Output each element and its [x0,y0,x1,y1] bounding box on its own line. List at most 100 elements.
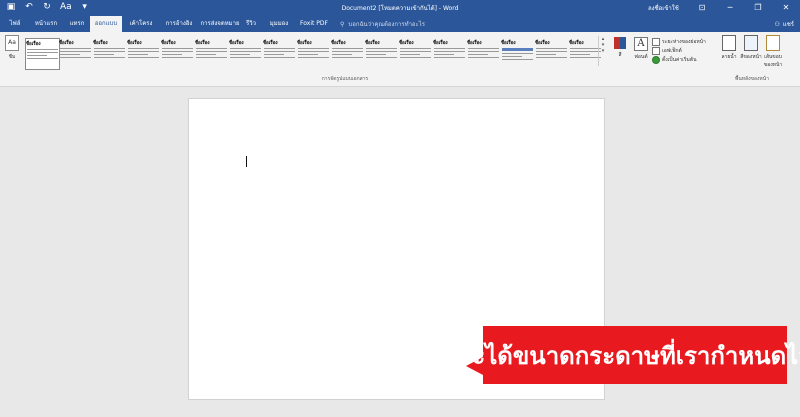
style-set-item[interactable]: ชื่อเรื่อง [365,38,398,68]
set-as-default-button[interactable]: ตั้งเป็นค่าเริ่มต้น [652,55,714,64]
close-icon[interactable]: ✕ [772,0,800,16]
redo-icon[interactable]: ↻ [42,2,52,13]
tab-foxit-pdf[interactable]: Foxit PDF [297,16,331,32]
design-options: ระยะห่างของย่อหน้า เอฟเฟ็กต์ ตั้งเป็นค่า… [652,37,714,64]
style-set-item[interactable]: ชื่อเรื่อง [433,38,466,68]
style-set-title: ชื่อเรื่อง [161,41,176,46]
tell-me-search[interactable]: ⚲ บอกฉันว่าคุณต้องการทำอะไร [340,16,425,32]
style-set-item[interactable]: ชื่อเรื่อง [263,38,296,68]
quick-access-toolbar: ▣ ↶ ↻ Aa ▾ [6,2,90,13]
ribbon-display-options-icon[interactable]: ⊡ [688,0,716,16]
fonts-icon: A [634,37,648,51]
save-icon[interactable]: ▣ [6,2,16,13]
style-set-title: ชื่อเรื่อง [93,41,108,46]
colors-label: สี [618,52,622,58]
page-borders-label: เส้นขอบของหน้า [763,54,783,68]
themes-icon: Aa [5,35,19,51]
format-painter-label[interactable]: Aa [60,2,72,13]
tab-home[interactable]: หน้าแรก [30,16,62,32]
share-button[interactable]: ⚇ แชร์ [774,18,794,30]
set-as-default-label: ตั้งเป็นค่าเริ่มต้น [662,56,697,63]
ribbon-design: Aa ชีม ชื่อเรื่อง ชื่อเรื่อง ชื่อเรื่อง … [0,32,800,87]
style-set-item[interactable]: ชื่อเรื่อง [535,38,568,68]
check-circle-icon [652,55,660,64]
style-set-item[interactable]: ชื่อเรื่อง [195,38,228,68]
themes-button[interactable]: Aa ชีม [2,35,22,71]
watermark-icon [722,35,736,51]
style-set-title: ชื่อเรื่อง [195,41,210,46]
window-controls: ⊡ ─ ❐ ✕ [688,0,800,16]
tab-view[interactable]: มุมมอง [265,16,293,32]
page-color-label: สีของหน้า [740,54,762,60]
title-bar: ▣ ↶ ↻ Aa ▾ Document2 [โหมดความเข้ากันได้… [0,0,800,16]
style-set-item[interactable]: ชื่อเรื่อง [229,38,262,68]
page-borders-button[interactable]: เส้นขอบของหน้า [762,35,784,75]
gallery-more-icon[interactable]: ▾ [599,48,607,54]
page-color-button[interactable]: สีของหน้า [740,35,762,75]
style-set-item[interactable]: ชื่อเรื่อง [399,38,432,68]
style-set-title: ชื่อเรื่อง [501,41,516,46]
tab-review[interactable]: รีวิว [243,16,259,32]
effects-label: เอฟเฟ็กต์ [662,47,682,54]
fonts-button[interactable]: A ฟอนต์ [632,35,650,71]
style-set-item[interactable]: ชื่อเรื่อง [161,38,194,68]
tab-references[interactable]: การอ้างอิง [160,16,198,32]
style-set-item[interactable]: ชื่อเรื่อง [331,38,364,68]
style-set-title: ชื่อเรื่อง [297,41,312,46]
style-set-title: ชื่อเรื่อง [433,41,448,46]
effects-button[interactable]: เอฟเฟ็กต์ [652,46,714,55]
text-cursor [246,156,247,167]
watermark-label: ลายน้ำ [721,54,737,60]
style-set-title: ชื่อเรื่อง [535,41,550,46]
page-borders-icon [766,35,780,51]
style-set-gallery: ชื่อเรื่อง ชื่อเรื่อง ชื่อเรื่อง ชื่อเรื… [23,35,608,70]
tab-mailings[interactable]: การส่งจดหมาย [200,16,240,32]
color-palette-icon [614,37,626,49]
customize-qat-icon[interactable]: ▾ [80,2,90,13]
style-set-title: ชื่อเรื่อง [263,41,278,46]
style-set-item[interactable]: ชื่อเรื่อง [297,38,330,68]
person-icon: ⚇ [774,20,780,28]
document-title: Document2 [โหมดความเข้ากันได้] - Word [341,5,459,12]
style-set-item[interactable]: ชื่อเรื่อง [501,38,534,68]
style-set-item[interactable]: ชื่อเรื่อง [93,38,126,68]
style-set-title: ชื่อเรื่อง [26,42,41,47]
minimize-icon[interactable]: ─ [716,0,744,16]
paragraph-spacing-label: ระยะห่างของย่อหน้า [662,38,706,45]
paragraph-spacing-button[interactable]: ระยะห่างของย่อหน้า [652,37,714,46]
tab-layout[interactable]: เค้าโครง [125,16,157,32]
restore-icon[interactable]: ❐ [744,0,772,16]
tell-me-placeholder: บอกฉันว่าคุณต้องการทำอะไร [348,21,426,28]
tab-design[interactable]: ออกแบบ [90,16,122,32]
share-label: แชร์ [782,21,794,28]
style-set-item[interactable]: ชื่อเรื่อง [127,38,160,68]
tab-insert[interactable]: แทรก [65,16,89,32]
lightbulb-icon: ⚲ [340,20,345,28]
style-set-item[interactable]: ชื่อเรื่อง [25,38,60,70]
style-set-title: ชื่อเรื่อง [365,41,380,46]
style-set-title: ชื่อเรื่อง [467,41,482,46]
paragraph-spacing-icon [652,37,660,46]
style-set-title: ชื่อเรื่อง [331,41,346,46]
document-formatting-group-label: การจัดรูปแบบเอกสาร [321,76,369,82]
style-set-item[interactable]: ชื่อเรื่อง [467,38,500,68]
page-color-icon [744,35,758,51]
style-set-title: ชื่อเรื่อง [127,41,142,46]
undo-icon[interactable]: ↶ [24,2,34,13]
style-set-item[interactable]: ชื่อเรื่อง [59,38,92,68]
fonts-label: ฟอนต์ [634,54,648,60]
sign-in-link[interactable]: ลงชื่อเข้าใช้ [648,3,679,13]
tab-file[interactable]: ไฟล์ [4,16,26,32]
colors-button[interactable]: สี [612,35,628,71]
callout-box: จะได้ขนาดกระดาษที่เรากำหนดไว้ [458,326,800,384]
ribbon-tab-bar: ไฟล์ หน้าแรก แทรก ออกแบบ เค้าโครง การอ้า… [0,16,800,32]
style-set-title: ชื่อเรื่อง [399,41,414,46]
page-background-group-label: พื้นหลังของหน้า [735,76,769,82]
watermark-button[interactable]: ลายน้ำ [718,35,740,75]
style-set-title: ชื่อเรื่อง [59,41,74,46]
gallery-scroll[interactable]: ▴ ▾ ▾ [598,36,607,66]
callout-text: จะได้ขนาดกระดาษที่เรากำหนดไว้ [458,341,800,370]
style-set-title: ชื่อเรื่อง [229,41,244,46]
effects-icon [652,46,660,55]
themes-label: ชีม [8,54,16,60]
